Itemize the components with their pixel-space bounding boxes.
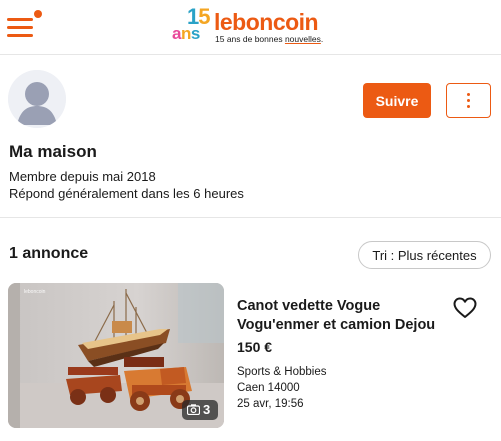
sort-button[interactable]: Tri : Plus récentes xyxy=(358,241,491,269)
user-silhouette-icon xyxy=(8,70,66,128)
logo-tagline: 15 ans de bonnes nouvelles. xyxy=(215,34,324,44)
listing-location: Caen 14000 xyxy=(237,382,300,394)
photo-count-badge: 3 xyxy=(182,400,218,420)
hamburger-icon-bar xyxy=(7,18,33,21)
listing-price: 150 € xyxy=(237,339,273,355)
logo-brand: leboncoin xyxy=(214,9,319,35)
listing-category: Sports & Hobbies xyxy=(237,366,327,378)
camera-icon xyxy=(187,404,200,415)
listing-date: 25 avr, 19:56 xyxy=(237,398,304,410)
listing-count: 1 annonce xyxy=(9,245,89,262)
logo-ans: ans xyxy=(172,24,200,43)
hamburger-icon-bar xyxy=(7,26,33,29)
follow-button[interactable]: Suivre xyxy=(363,83,431,118)
listing-title[interactable]: Canot vedette Vogue Vogu'enmer et camion… xyxy=(237,297,447,335)
photo-watermark: leboncoin xyxy=(24,289,46,295)
listing-thumbnail[interactable]: leboncoin 3 xyxy=(8,283,224,428)
leboncoin-logo[interactable]: 15 ans leboncoin 15 ans de bonnes nouvel… xyxy=(170,6,335,48)
heart-icon xyxy=(453,297,477,318)
favorite-button[interactable] xyxy=(453,297,477,319)
listing-card[interactable]: leboncoin 3 Canot vedette Vogue Vogu'enm… xyxy=(8,283,493,428)
photo-count: 3 xyxy=(203,402,211,417)
top-header: 15 ans leboncoin 15 ans de bonnes nouvel… xyxy=(0,0,501,55)
kebab-icon xyxy=(467,105,470,108)
kebab-icon xyxy=(467,93,470,96)
notification-dot-icon xyxy=(34,10,42,18)
menu-button[interactable] xyxy=(7,15,35,37)
hamburger-icon-bar xyxy=(7,34,33,37)
avatar xyxy=(8,70,66,128)
more-options-button[interactable] xyxy=(446,83,491,118)
kebab-icon xyxy=(467,99,470,102)
section-divider xyxy=(0,217,501,218)
response-time-text: Répond généralement dans les 6 heures xyxy=(9,186,244,201)
member-since-text: Membre depuis mai 2018 xyxy=(9,169,156,184)
profile-name: Ma maison xyxy=(9,142,97,161)
